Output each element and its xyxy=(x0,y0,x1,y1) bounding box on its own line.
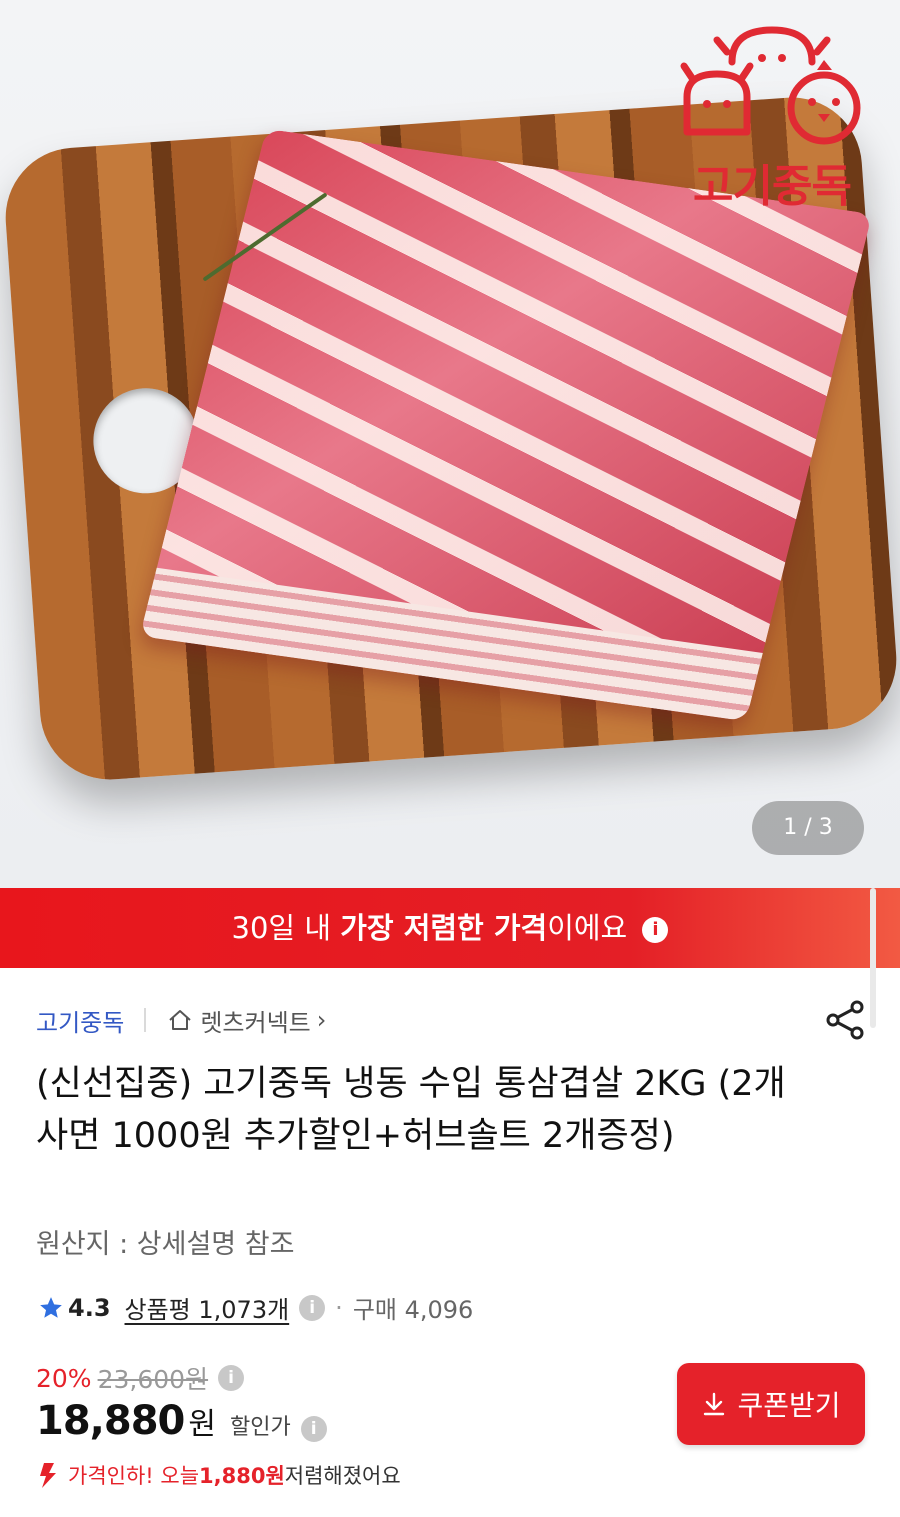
coupon-button[interactable]: 쿠폰받기 xyxy=(677,1363,865,1445)
original-price: 23,600원 xyxy=(97,1365,209,1394)
price-drop-note: 가격인하! 오늘 1,880원 저렴해졌어요 xyxy=(36,1460,401,1490)
price-note-amount: 1,880원 xyxy=(199,1464,285,1488)
product-title: (신선집중) 고기중독 냉동 수입 통삼겹살 2KG (2개사면 1000원 추… xyxy=(36,1064,786,1156)
info-icon[interactable]: i xyxy=(218,1365,245,1391)
sale-price-row: 18,880 원 할인가 i xyxy=(36,1398,337,1444)
download-icon xyxy=(704,1392,725,1416)
currency-label: 원 xyxy=(188,1407,216,1442)
store-name: 렛츠커넥트 xyxy=(200,1008,311,1037)
price-drop-icon xyxy=(40,1463,56,1488)
info-icon[interactable]: i xyxy=(642,917,669,943)
home-icon xyxy=(169,1010,191,1030)
discount-row: 20% 23,600원 i xyxy=(36,1360,254,1396)
store-link[interactable]: 렛츠커넥트 › xyxy=(166,1003,326,1038)
banner-highlight: 가장 저렴한 가격 xyxy=(340,911,548,945)
image-counter: 1 / 3 xyxy=(752,801,864,855)
price-note-prefix: 가격인하! 오늘 xyxy=(68,1464,200,1488)
banner-prefix: 30일 내 xyxy=(231,911,341,945)
brand-logo-text: 고기중독 xyxy=(693,161,852,212)
brand-logo: 고기중독 xyxy=(672,22,872,212)
rating-score: 4.3 xyxy=(68,1293,111,1322)
sale-price-label: 할인가 xyxy=(229,1415,291,1440)
scrollbar-thumb[interactable] xyxy=(870,888,876,1028)
star-icon xyxy=(40,1296,62,1318)
pork-belly-image xyxy=(139,128,873,722)
animal-logo-icon xyxy=(680,26,861,145)
brand-link[interactable]: 고기중독 xyxy=(36,1003,124,1038)
chevron-right-icon: › xyxy=(316,1006,327,1034)
share-icon[interactable] xyxy=(824,998,868,1042)
banner-suffix: 이에요 xyxy=(547,911,628,945)
separator-dot: · xyxy=(335,1293,343,1322)
product-image-gallery[interactable]: 고기중독 1 / 3 xyxy=(0,0,900,888)
info-icon[interactable]: i xyxy=(299,1294,326,1321)
discount-rate: 20% xyxy=(36,1363,92,1393)
purchase-count: 구매 4,096 xyxy=(352,1296,474,1324)
rating-row: 4.3 상품평 1,073개 i · 구매 4,096 xyxy=(38,1290,473,1325)
info-icon[interactable]: i xyxy=(300,1416,327,1442)
divider xyxy=(144,1008,147,1032)
price-note-suffix: 저렴해졌어요 xyxy=(284,1464,401,1488)
origin-info: 원산지 : 상세설명 참조 xyxy=(36,1229,295,1260)
seller-row: 고기중독 렛츠커넥트 › xyxy=(36,1000,326,1040)
coupon-label: 쿠폰받기 xyxy=(737,1389,841,1422)
review-count-link[interactable]: 상품평 1,073개 xyxy=(125,1290,290,1325)
lowest-price-banner[interactable]: 30일 내 가장 저렴한 가격이에요 i xyxy=(0,888,900,968)
sale-price: 18,880 xyxy=(36,1398,185,1444)
